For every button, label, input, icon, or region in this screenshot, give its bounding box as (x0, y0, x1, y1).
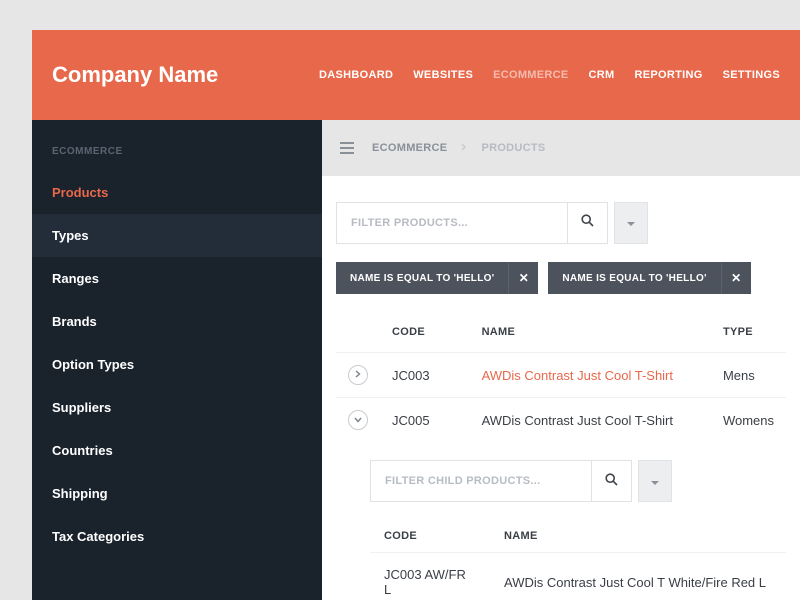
sidebar-item-option-types[interactable]: Option Types (32, 343, 322, 386)
chip-label: NAME IS EQUAL TO 'HELLO' (336, 262, 508, 294)
col-header-type: TYPE (711, 316, 786, 353)
filter-dropdown-button[interactable] (614, 202, 648, 244)
filter-child-products (370, 460, 632, 502)
filter-chip: NAME IS EQUAL TO 'HELLO' ✕ (548, 262, 750, 294)
search-icon (581, 214, 594, 232)
sidebar-item-tax-categories[interactable]: Tax Categories (32, 515, 322, 558)
company-name: Company Name (52, 62, 218, 88)
col-header-name: NAME (490, 520, 786, 553)
sidebar-item-types[interactable]: Types (32, 214, 322, 257)
child-products-table: CODE NAME JC003 AW/FR L AWDis Contrast J (370, 520, 786, 600)
cell-code: JC005 (380, 398, 470, 443)
sidebar-item-countries[interactable]: Countries (32, 429, 322, 472)
col-header-name: NAME (470, 316, 711, 353)
sidebar-item-shipping[interactable]: Shipping (32, 472, 322, 515)
top-nav: DASHBOARD WEBSITES ECOMMERCE CRM REPORTI… (319, 69, 780, 81)
collapse-row-button[interactable] (348, 410, 368, 430)
nav-settings[interactable]: SETTINGS (723, 69, 780, 81)
filter-chips: NAME IS EQUAL TO 'HELLO' ✕ NAME IS EQUAL… (336, 262, 786, 294)
breadcrumb: ECOMMERCE PRODUCTS (322, 120, 800, 176)
cell-name: AWDis Contrast Just Cool T-Shirt (470, 398, 711, 443)
sidebar-item-products[interactable]: Products (32, 171, 322, 214)
nav-websites[interactable]: WEBSITES (413, 69, 473, 81)
table-row: JC003 AWDis Contrast Just Cool T-Shirt M… (336, 353, 786, 398)
cell-code: JC003 (380, 353, 470, 398)
filter-products-input[interactable] (337, 203, 567, 243)
chip-remove-button[interactable]: ✕ (508, 262, 538, 294)
col-header-code: CODE (370, 520, 490, 553)
chevron-down-icon (354, 415, 362, 426)
sidebar: ECOMMERCE Products Types Ranges Brands O… (32, 120, 322, 600)
table-row: JC003 AW/FR L AWDis Contrast Just Cool T… (370, 553, 786, 600)
child-row: CODE NAME JC003 AW/FR L AWDis Contrast J (336, 442, 786, 600)
menu-icon[interactable] (336, 138, 358, 158)
nav-crm[interactable]: CRM (589, 69, 615, 81)
search-button[interactable] (591, 460, 631, 502)
chevron-right-icon (461, 142, 467, 154)
nav-reporting[interactable]: REPORTING (635, 69, 703, 81)
filter-child-products-input[interactable] (371, 461, 591, 501)
chevron-right-icon (355, 370, 361, 381)
cell-type: Mens (711, 353, 786, 398)
nav-ecommerce[interactable]: ECOMMERCE (493, 69, 568, 81)
cell-name-link[interactable]: AWDis Contrast Just Cool T-Shirt (470, 353, 711, 398)
table-row: JC005 AWDis Contrast Just Cool T-Shirt W… (336, 398, 786, 443)
cell-name: AWDis Contrast Just Cool T White/Fire Re… (490, 553, 786, 600)
cell-code: JC003 AW/FR L (370, 553, 490, 600)
sidebar-item-ranges[interactable]: Ranges (32, 257, 322, 300)
header: Company Name DASHBOARD WEBSITES ECOMMERC… (32, 30, 800, 120)
caret-down-icon (651, 474, 659, 489)
chip-remove-button[interactable]: ✕ (721, 262, 751, 294)
search-icon (605, 473, 618, 489)
expand-row-button[interactable] (348, 365, 368, 385)
search-button[interactable] (567, 202, 607, 244)
sidebar-item-suppliers[interactable]: Suppliers (32, 386, 322, 429)
filter-products (336, 202, 608, 244)
chip-label: NAME IS EQUAL TO 'HELLO' (548, 262, 720, 294)
caret-down-icon (627, 214, 635, 232)
close-icon: ✕ (731, 271, 741, 285)
filter-chip: NAME IS EQUAL TO 'HELLO' ✕ (336, 262, 538, 294)
cell-type: Womens (711, 398, 786, 443)
products-table: CODE NAME TYPE (336, 316, 786, 600)
breadcrumb-item: PRODUCTS (481, 142, 545, 154)
sidebar-item-brands[interactable]: Brands (32, 300, 322, 343)
nav-dashboard[interactable]: DASHBOARD (319, 69, 393, 81)
breadcrumb-item[interactable]: ECOMMERCE (372, 142, 447, 154)
close-icon: ✕ (519, 271, 529, 285)
filter-dropdown-button[interactable] (638, 460, 672, 502)
col-header-code: CODE (380, 316, 470, 353)
sidebar-heading: ECOMMERCE (32, 146, 322, 171)
